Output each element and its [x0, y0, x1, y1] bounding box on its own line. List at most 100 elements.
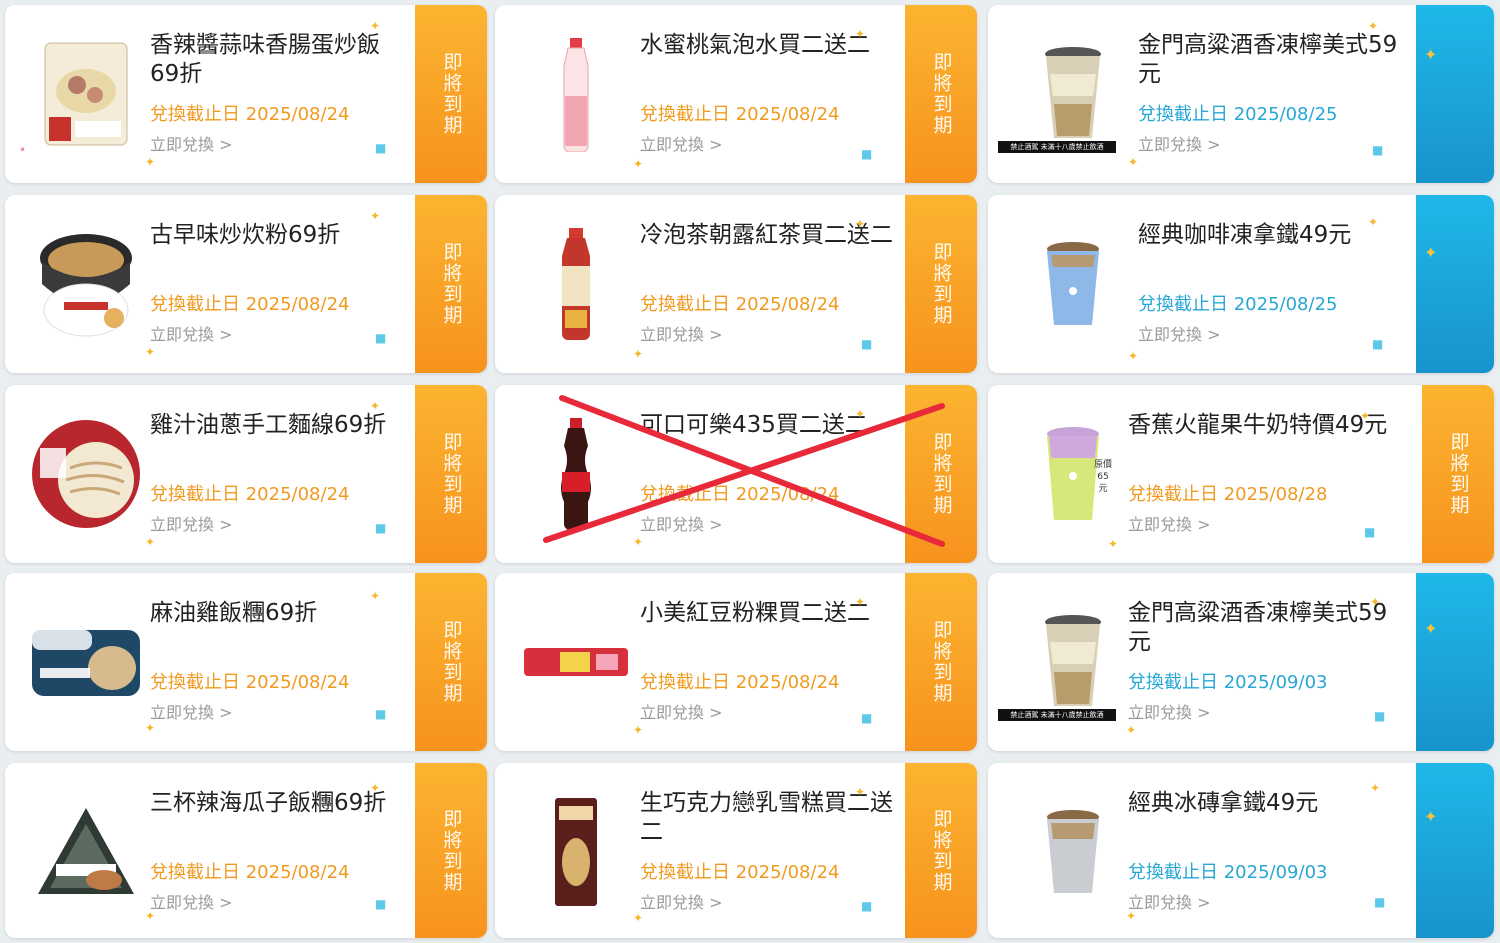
sparkle-icon: ✦: [145, 345, 156, 359]
expiring-stub: 即將到期: [409, 763, 487, 938]
coupon-card[interactable]: 原價65元 香蕉火龍果牛奶特價49元 兌換截止日 2025/08/28 立即兌換…: [988, 385, 1494, 563]
coupon-title: 香辣醬蒜味香腸蛋炒飯69折: [150, 32, 380, 87]
ice-cream-bar-icon: [517, 793, 635, 911]
sparkle-icon: ✦: [633, 535, 644, 549]
coupon-expiry: 兌換截止日 2025/08/24: [150, 672, 350, 693]
coupon-card[interactable]: 禁止酒駕 未滿十八歲禁止飲酒 金門高粱酒香凍檸美式59元 兌換截止日 2025/…: [988, 5, 1494, 183]
confetti-icon: ■: [861, 711, 873, 725]
expiring-label: 即將到期: [440, 620, 463, 704]
coupon-expiry: 兌換截止日 2025/08/24: [640, 294, 840, 315]
sparkle-icon: ✦: [1128, 349, 1139, 363]
coupon-card[interactable]: 冷泡茶朝露紅茶買二送二 兌換截止日 2025/08/24 立即兌換 > ✦ ✦ …: [495, 195, 977, 373]
coupon-title: 經典冰磚拿鐵49元: [1128, 790, 1319, 816]
redeem-link[interactable]: 立即兌換 >: [1138, 131, 1221, 155]
coupon-title: 雞汁油蔥手工麵線69折: [150, 412, 387, 438]
sparkle-icon: ✦: [145, 721, 156, 735]
coupon-card[interactable]: 生巧克力戀乳雪糕買二送二 兌換截止日 2025/08/24 立即兌換 > ✦ ✦…: [495, 763, 977, 938]
expiring-stub: 即將到期: [409, 195, 487, 373]
redeem-link[interactable]: 立即兌換 >: [640, 131, 723, 155]
coupon-card[interactable]: 麻油雞飯糰69折 兌換截止日 2025/08/24 立即兌換 > ✦ ✦ ■ 即…: [5, 573, 487, 751]
iced-drink-cup-icon: [1014, 35, 1132, 153]
redeem-link[interactable]: 立即兌換 >: [150, 699, 233, 723]
expiring-label: 即將到期: [440, 808, 463, 893]
rice-ball-pack-icon: [27, 603, 145, 721]
coupon-card[interactable]: 經典冰磚拿鐵49元 兌換截止日 2025/09/03 立即兌換 > ✦ ✦ ■ …: [988, 763, 1494, 938]
original-price-note: 原價65元: [1094, 460, 1113, 494]
sparkle-icon: ✦: [855, 595, 866, 609]
sparkle-icon: ✦: [145, 535, 156, 549]
sparkle-icon: ✦: [1370, 595, 1381, 609]
confetti-icon: ■: [375, 521, 387, 535]
coupon-title: 金門高粱酒香凍檸美式59元: [1128, 600, 1388, 655]
coupon-expiry: 兌換截止日 2025/09/03: [1128, 672, 1328, 693]
confetti-icon: •: [19, 143, 27, 157]
confetti-icon: ■: [375, 141, 387, 155]
coupon-expiry: 兌換截止日 2025/08/24: [150, 104, 350, 125]
sparkle-icon: ✦: [1128, 155, 1139, 169]
confetti-icon: ■: [1372, 337, 1384, 351]
confetti-icon: ■: [375, 707, 387, 721]
confetti-icon: ■: [861, 147, 873, 161]
sparkle-icon: ✦: [370, 19, 381, 33]
expiring-label: 即將到期: [930, 808, 953, 893]
sparkle-icon: ✦: [1424, 243, 1438, 262]
expiring-label: 即將到期: [930, 432, 953, 516]
coupon-title: 金門高粱酒香凍檸美式59元: [1138, 32, 1398, 87]
redeem-link[interactable]: 立即兌換 >: [150, 131, 233, 155]
coupon-title: 麻油雞飯糰69折: [150, 600, 318, 626]
expiring-label: 即將到期: [930, 242, 953, 326]
redeem-link[interactable]: 立即兌換 >: [150, 511, 233, 535]
redeem-link[interactable]: 立即兌換 >: [640, 889, 723, 913]
coupon-card[interactable]: 三杯辣海瓜子飯糰69折 兌換截止日 2025/08/24 立即兌換 > ✦ ✦ …: [5, 763, 487, 938]
iced-drink-cup-icon: [1014, 603, 1132, 721]
coupon-card[interactable]: 水蜜桃氣泡水買二送二 兌換截止日 2025/08/24 立即兌換 > ✦ ✦ ■…: [495, 5, 977, 183]
redeem-link[interactable]: 立即兌換 >: [640, 699, 723, 723]
expiring-stub: 即將到期: [409, 573, 487, 751]
expiring-stub: 即將到期: [899, 5, 977, 183]
coupon-expiry: 兌換截止日 2025/08/24: [150, 484, 350, 505]
sparkle-icon: ✦: [855, 27, 866, 41]
expiring-stub: ✦: [1410, 763, 1494, 938]
redeem-link[interactable]: 立即兌換 >: [150, 321, 233, 345]
redeem-link[interactable]: 立即兌換 >: [1128, 511, 1211, 535]
expiring-label: 即將到期: [930, 52, 953, 136]
redeem-link[interactable]: 立即兌換 >: [640, 511, 723, 535]
confetti-icon: ■: [1374, 709, 1386, 723]
coupon-card[interactable]: 可口可樂435買二送二 兌換截止日 2025/08/24 立即兌換 > ✦ ✦ …: [495, 385, 977, 563]
sparkle-icon: ✦: [1424, 619, 1438, 638]
coupon-title: 經典咖啡凍拿鐵49元: [1138, 222, 1352, 248]
noodle-bowl-icon: [27, 225, 145, 343]
sparkle-icon: ✦: [1126, 723, 1137, 737]
onigiri-icon: [27, 793, 145, 911]
sparkle-icon: ✦: [633, 157, 644, 171]
sparkle-icon: ✦: [633, 911, 644, 925]
coupon-card[interactable]: 小美紅豆粉粿買二送二 兌換截止日 2025/08/24 立即兌換 > ✦ ✦ ■…: [495, 573, 977, 751]
redeem-link[interactable]: 立即兌換 >: [1138, 321, 1221, 345]
confetti-icon: ■: [861, 337, 873, 351]
coupon-card[interactable]: 雞汁油蔥手工麵線69折 兌換截止日 2025/08/24 立即兌換 > ✦ ✦ …: [5, 385, 487, 563]
redeem-link[interactable]: 立即兌換 >: [640, 321, 723, 345]
sparkle-icon: ✦: [855, 407, 866, 421]
expiring-label: 即將到期: [440, 432, 463, 516]
coupon-card[interactable]: 古早味炒炊粉69折 兌換截止日 2025/08/24 立即兌換 > ✦ ✦ ■ …: [5, 195, 487, 373]
redeem-link[interactable]: 立即兌換 >: [1128, 889, 1211, 913]
sparkle-icon: ✦: [1368, 19, 1379, 33]
sparkle-icon: ✦: [855, 217, 866, 231]
smoothie-cup-icon: [1014, 415, 1132, 533]
confetti-icon: ■: [375, 331, 387, 345]
expiring-stub: 即將到期: [899, 763, 977, 938]
coupon-card[interactable]: 香辣醬蒜味香腸蛋炒飯69折 兌換截止日 2025/08/24 立即兌換 > ✦ …: [5, 5, 487, 183]
fried-rice-pack-icon: [27, 35, 145, 153]
coupon-expiry: 兌換截止日 2025/08/24: [640, 484, 840, 505]
redeem-link[interactable]: 立即兌換 >: [150, 889, 233, 913]
confetti-icon: ■: [1364, 525, 1376, 539]
coupon-title: 香蕉火龍果牛奶特價49元: [1128, 412, 1388, 438]
expiring-stub: 即將到期: [409, 5, 487, 183]
coupon-card[interactable]: 禁止酒駕 未滿十八歲禁止飲酒 金門高粱酒香凍檸美式59元 兌換截止日 2025/…: [988, 573, 1494, 751]
sparkle-icon: ✦: [1108, 537, 1119, 551]
coupon-card[interactable]: 經典咖啡凍拿鐵49元 兌換截止日 2025/08/25 立即兌換 > ✦ ✦ ■…: [988, 195, 1494, 373]
expiring-stub: ✦: [1410, 573, 1494, 751]
expiring-stub: ✦: [1410, 195, 1494, 373]
redeem-link[interactable]: 立即兌換 >: [1128, 699, 1211, 723]
sparkle-icon: ✦: [370, 589, 381, 603]
